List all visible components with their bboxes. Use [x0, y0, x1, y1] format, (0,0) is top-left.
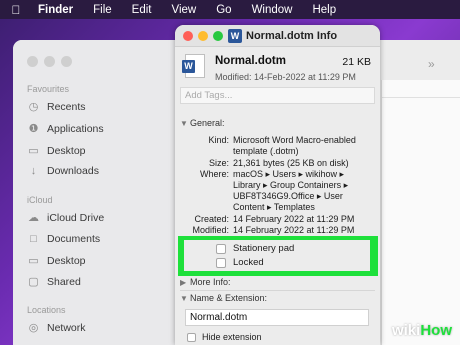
created-label: Created: — [194, 214, 229, 224]
stationery-pad-checkbox[interactable]: Stationery pad — [216, 243, 294, 254]
shared-folder-icon: ▢ — [28, 276, 39, 288]
locked-label: Locked — [233, 257, 264, 268]
sidebar-item-documents[interactable]: □ Documents — [27, 233, 100, 245]
general-title: General: — [190, 118, 225, 128]
watermark-wiki: wiki — [391, 322, 421, 339]
menu-help[interactable]: Help — [312, 4, 336, 16]
word-document-icon: W — [182, 54, 205, 78]
file-size: 21 KB — [342, 56, 371, 68]
stationery-pad-label: Stationery pad — [233, 243, 295, 254]
sidebar-item-label: Desktop — [47, 144, 86, 157]
finder-sidebar: Favourites ◷ Recents ❶ Applications ▭ De… — [13, 40, 181, 345]
clock-icon: ◷ — [28, 101, 39, 113]
where-value-line4: Content ▸ Templates — [233, 202, 315, 212]
get-info-window: W Normal.dotm Info W Normal.dotm 21 KB M… — [175, 25, 380, 345]
file-name: Normal.dotm — [215, 55, 286, 67]
hide-extension-label: Hide extension — [202, 332, 262, 342]
icloud-heading: iCloud — [27, 195, 53, 205]
zoom-button[interactable] — [213, 31, 223, 41]
sidebar-item-label: Network — [47, 321, 86, 334]
modified-label: Modified: — [192, 225, 229, 235]
document-icon: □ — [30, 233, 37, 245]
menu-window[interactable]: Window — [252, 4, 293, 16]
applications-icon: ❶ — [28, 123, 39, 135]
tags-input[interactable]: Add Tags... — [180, 87, 375, 104]
where-label: Where: — [199, 169, 229, 179]
name-field[interactable]: Normal.dotm — [185, 309, 369, 326]
checkbox-icon — [187, 332, 196, 342]
sidebar-item-label: Desktop — [47, 254, 86, 267]
sidebar-item-label: Recents — [47, 100, 86, 113]
menu-file[interactable]: File — [93, 4, 112, 16]
sidebar-item-desktop[interactable]: ▭ Desktop — [27, 144, 86, 158]
network-icon: ◎ — [28, 322, 39, 334]
column-header — [382, 80, 460, 98]
created-value: 14 February 2022 at 11:29 PM — [233, 214, 355, 224]
sidebar-item-label: iCloud Drive — [47, 211, 105, 224]
finder-file-list — [381, 80, 460, 345]
menu-bar:  Finder File Edit View Go Window Help — [0, 0, 460, 19]
watermark-how: How — [420, 322, 452, 339]
sidebar-item-shared[interactable]: ▢ Shared — [27, 275, 81, 289]
more-toolbar-icon[interactable]: » — [428, 57, 435, 71]
sidebar-item-icloud-desktop[interactable]: ▭ Desktop — [27, 254, 86, 268]
modified-value: 14 February 2022 at 11:29 PM — [233, 225, 355, 235]
close-button[interactable] — [27, 56, 38, 67]
word-icon: W — [228, 29, 242, 43]
more-info-title: More Info: — [190, 277, 231, 287]
hide-extension-checkbox[interactable]: Hide extension — [187, 332, 262, 342]
sidebar-item-icloud-drive[interactable]: ☁ iCloud Drive — [27, 211, 105, 225]
favourites-heading: Favourites — [27, 84, 70, 94]
window-title: Normal.dotm Info — [246, 30, 338, 42]
locked-checkbox[interactable]: Locked — [216, 257, 264, 268]
name-extension-title: Name & Extension: — [190, 293, 268, 303]
more-info-section-toggle[interactable]: ▶ More Info: — [180, 277, 231, 287]
downloads-icon: ↓ — [30, 165, 37, 177]
highlight-box: Stationery pad Locked — [178, 236, 378, 276]
where-value-line2: Library ▸ Group Containers ▸ — [233, 180, 349, 190]
kind-value-line2: template (.dotm) — [233, 146, 299, 156]
disclosure-open-icon: ▼ — [180, 293, 188, 303]
locations-heading: Locations — [27, 305, 66, 315]
sidebar-item-label: Applications — [47, 122, 104, 135]
checkbox-icon — [216, 257, 226, 268]
menu-view[interactable]: View — [172, 4, 197, 16]
sidebar-item-applications[interactable]: ❶ Applications — [27, 122, 104, 136]
desktop-icon: ▭ — [28, 145, 39, 157]
minimize-button[interactable] — [44, 56, 55, 67]
sidebar-item-recents[interactable]: ◷ Recents — [27, 100, 86, 114]
size-label: Size: — [208, 158, 229, 168]
sidebar-item-label: Shared — [47, 275, 81, 288]
kind-label: Kind: — [208, 135, 229, 145]
zoom-button[interactable] — [61, 56, 72, 67]
kind-value-line1: Microsoft Word Macro-enabled — [233, 135, 356, 145]
disclosure-closed-icon: ▶ — [180, 277, 187, 287]
menu-edit[interactable]: Edit — [132, 4, 152, 16]
menu-finder[interactable]: Finder — [38, 4, 73, 16]
name-extension-section-toggle[interactable]: ▼ Name & Extension: — [180, 293, 267, 303]
apple-icon[interactable]:  — [10, 3, 22, 17]
file-header: W Normal.dotm 21 KB Modified: 14-Feb-202… — [175, 47, 380, 85]
where-value-line3: UBF8T346G9.Office ▸ User — [233, 191, 343, 201]
desktop-icon: ▭ — [28, 255, 39, 267]
disclosure-open-icon: ▼ — [180, 118, 188, 128]
general-section-toggle[interactable]: ▼ General: — [180, 118, 225, 128]
wikihow-watermark: wikiHow — [392, 322, 452, 339]
info-titlebar: W Normal.dotm Info — [175, 25, 380, 47]
size-value: 21,361 bytes (25 KB on disk) — [233, 158, 349, 168]
sidebar-item-label: Downloads — [47, 165, 99, 177]
sidebar-item-network[interactable]: ◎ Network — [27, 321, 86, 335]
close-button[interactable] — [183, 31, 193, 41]
menu-go[interactable]: Go — [216, 4, 231, 16]
section-divider — [180, 290, 375, 291]
modified-date: Modified: 14-Feb-2022 at 11:29 PM — [215, 72, 356, 82]
cloud-icon: ☁ — [28, 212, 39, 224]
minimize-button[interactable] — [198, 31, 208, 41]
sidebar-item-label: Documents — [47, 233, 101, 245]
sidebar-item-downloads[interactable]: ↓ Downloads — [27, 165, 99, 177]
checkbox-icon — [216, 243, 226, 254]
where-value-line1: macOS ▸ Users ▸ wikihow ▸ — [233, 169, 345, 179]
